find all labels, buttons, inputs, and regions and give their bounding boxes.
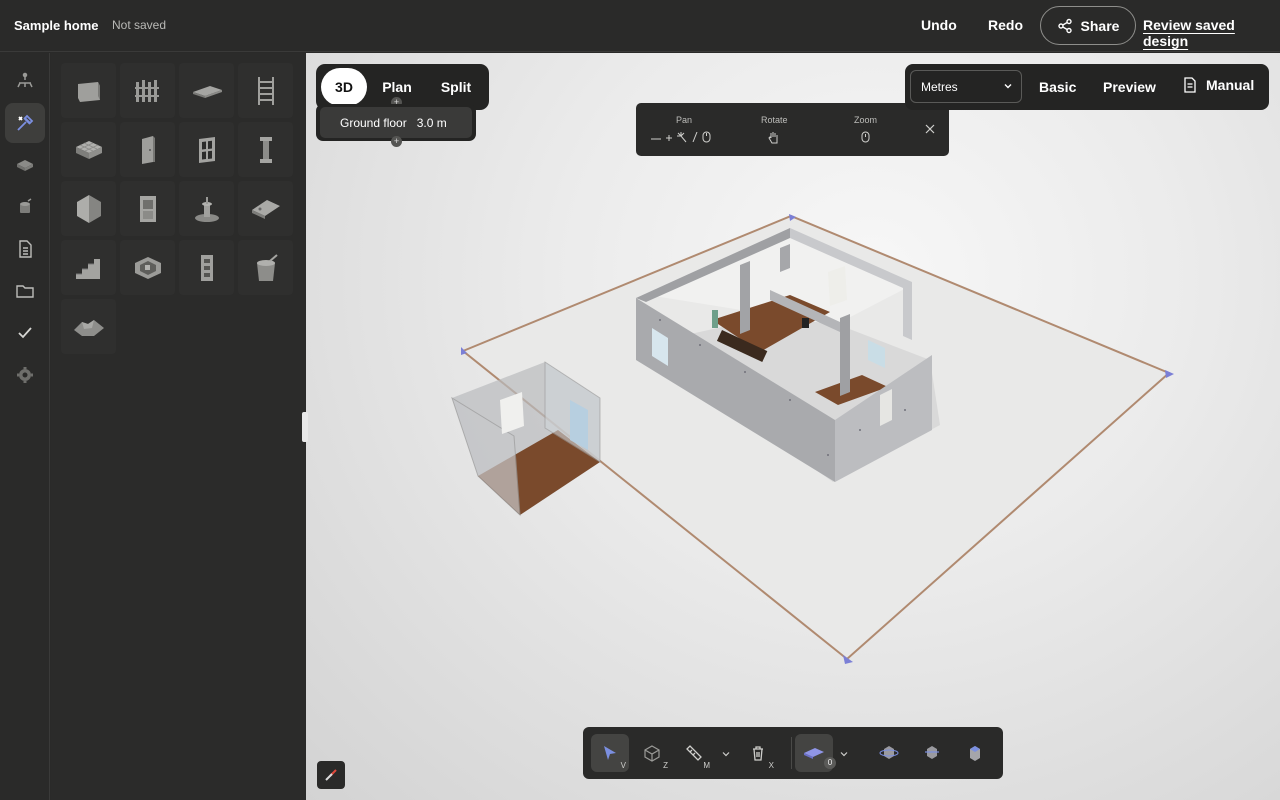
3d-viewport[interactable] — [306, 53, 1280, 800]
pan-label: Pan — [676, 115, 693, 125]
left-rail — [0, 53, 50, 800]
bottom-toolbar: V Z M X 0 — [583, 727, 1003, 779]
top-bar: Sample home Not saved Undo Redo Share Re… — [0, 0, 1280, 52]
layer-count-badge: 0 — [824, 757, 836, 769]
add-level-below-icon[interactable]: + — [391, 136, 402, 147]
review-saved-design-link[interactable]: Review saved design — [1143, 17, 1280, 49]
units-value: Metres — [921, 79, 958, 94]
slab-icon[interactable] — [179, 63, 234, 118]
manual-label: Manual — [1206, 77, 1255, 93]
ruler-icon — [686, 745, 702, 761]
house-model[interactable] — [306, 53, 1280, 800]
check-icon[interactable] — [5, 313, 45, 353]
terrain-icon[interactable] — [61, 299, 116, 354]
ground-floor-item[interactable]: Ground floor 3.0 m — [320, 107, 472, 138]
chevron-down-icon[interactable] — [838, 747, 850, 759]
levels-icon[interactable] — [5, 61, 45, 101]
walk-icon — [925, 746, 939, 759]
camera-orbit-tool[interactable] — [870, 734, 908, 772]
close-help-icon[interactable] — [922, 121, 938, 137]
cube-select-icon — [644, 745, 660, 762]
share-label: Share — [1080, 17, 1120, 34]
project-title[interactable]: Sample home — [14, 18, 99, 33]
delete-shortcut: X — [768, 761, 774, 770]
floor-layer-icon — [804, 748, 824, 759]
tools-icon[interactable] — [5, 103, 45, 143]
split-view-button[interactable]: Split — [434, 68, 478, 106]
settings-icon[interactable] — [5, 355, 45, 395]
rotate-hint — [768, 131, 780, 148]
undo-button[interactable]: Undo — [921, 17, 957, 33]
share-button[interactable]: Share — [1040, 6, 1136, 45]
roof-icon[interactable] — [238, 181, 293, 236]
window-icon[interactable] — [179, 122, 234, 177]
panel-resize-handle[interactable] — [302, 412, 308, 442]
manual-button[interactable]: Manual — [1183, 77, 1254, 93]
ladder-icon[interactable] — [238, 63, 293, 118]
slash-icon — [692, 131, 698, 145]
trash-icon — [753, 746, 763, 761]
toolbar-divider — [791, 737, 792, 769]
click-icon — [676, 131, 688, 146]
select-tool[interactable]: V — [591, 734, 629, 772]
camera-walk-tool[interactable] — [913, 734, 951, 772]
measure-tool[interactable]: M — [675, 734, 713, 772]
top-view-icon — [970, 746, 980, 761]
redo-button[interactable]: Redo — [988, 17, 1023, 33]
delete-tool[interactable]: X — [739, 734, 777, 772]
door-icon[interactable] — [120, 122, 175, 177]
box-select-tool[interactable]: Z — [633, 734, 671, 772]
stairs-icon[interactable] — [61, 240, 116, 295]
hand-icon — [768, 131, 780, 148]
navigation-help-panel: Pan Rotate Zoom — [636, 103, 949, 156]
orbit-icon — [879, 746, 899, 759]
cabinet-icon[interactable] — [120, 181, 175, 236]
3d-view-button[interactable]: 3D — [321, 68, 367, 106]
materials-icon[interactable] — [5, 145, 45, 185]
chevron-down-icon — [1004, 84, 1012, 89]
select-shortcut: V — [620, 761, 626, 770]
fountain-icon[interactable] — [179, 181, 234, 236]
floor-height: 3.0 m — [416, 115, 447, 130]
scroll-wheel-icon — [861, 131, 870, 146]
zoom-hint — [861, 131, 870, 146]
rotate-label: Rotate — [761, 115, 788, 125]
fence-icon[interactable] — [120, 63, 175, 118]
camera-top-tool[interactable] — [956, 734, 994, 772]
bucket-icon[interactable] — [238, 240, 293, 295]
basic-button[interactable]: Basic — [1039, 79, 1076, 95]
compass-icon[interactable] — [317, 761, 345, 789]
zoom-label: Zoom — [854, 115, 878, 125]
plus-icon — [666, 133, 672, 144]
room-kit-icon[interactable] — [120, 240, 175, 295]
object-palette — [51, 53, 305, 800]
furniture-icon[interactable] — [5, 187, 45, 227]
preview-button[interactable]: Preview — [1103, 79, 1156, 95]
manual-icon — [1184, 77, 1196, 93]
document-icon[interactable] — [5, 229, 45, 269]
grid-panel-icon[interactable] — [61, 122, 116, 177]
spacebar-icon — [650, 133, 662, 144]
units-select[interactable]: Metres — [910, 70, 1022, 103]
chevron-down-icon[interactable] — [720, 747, 732, 759]
box-shape-icon[interactable] — [61, 181, 116, 236]
save-status: Not saved — [112, 18, 167, 32]
wall-icon[interactable] — [61, 63, 116, 118]
floor-name: Ground floor — [340, 115, 407, 130]
folder-icon[interactable] — [5, 271, 45, 311]
share-icon — [1057, 18, 1072, 33]
pillar-icon[interactable] — [238, 122, 293, 177]
box-select-shortcut: Z — [663, 761, 668, 770]
mouse-icon — [702, 131, 711, 146]
column-block-icon[interactable] — [179, 240, 234, 295]
layer-tool[interactable]: 0 — [795, 734, 836, 772]
pan-hint — [650, 131, 711, 146]
cursor-icon — [604, 746, 616, 760]
measure-shortcut: M — [703, 761, 710, 770]
view-settings-bar: Metres Basic Preview Manual — [905, 64, 1269, 110]
